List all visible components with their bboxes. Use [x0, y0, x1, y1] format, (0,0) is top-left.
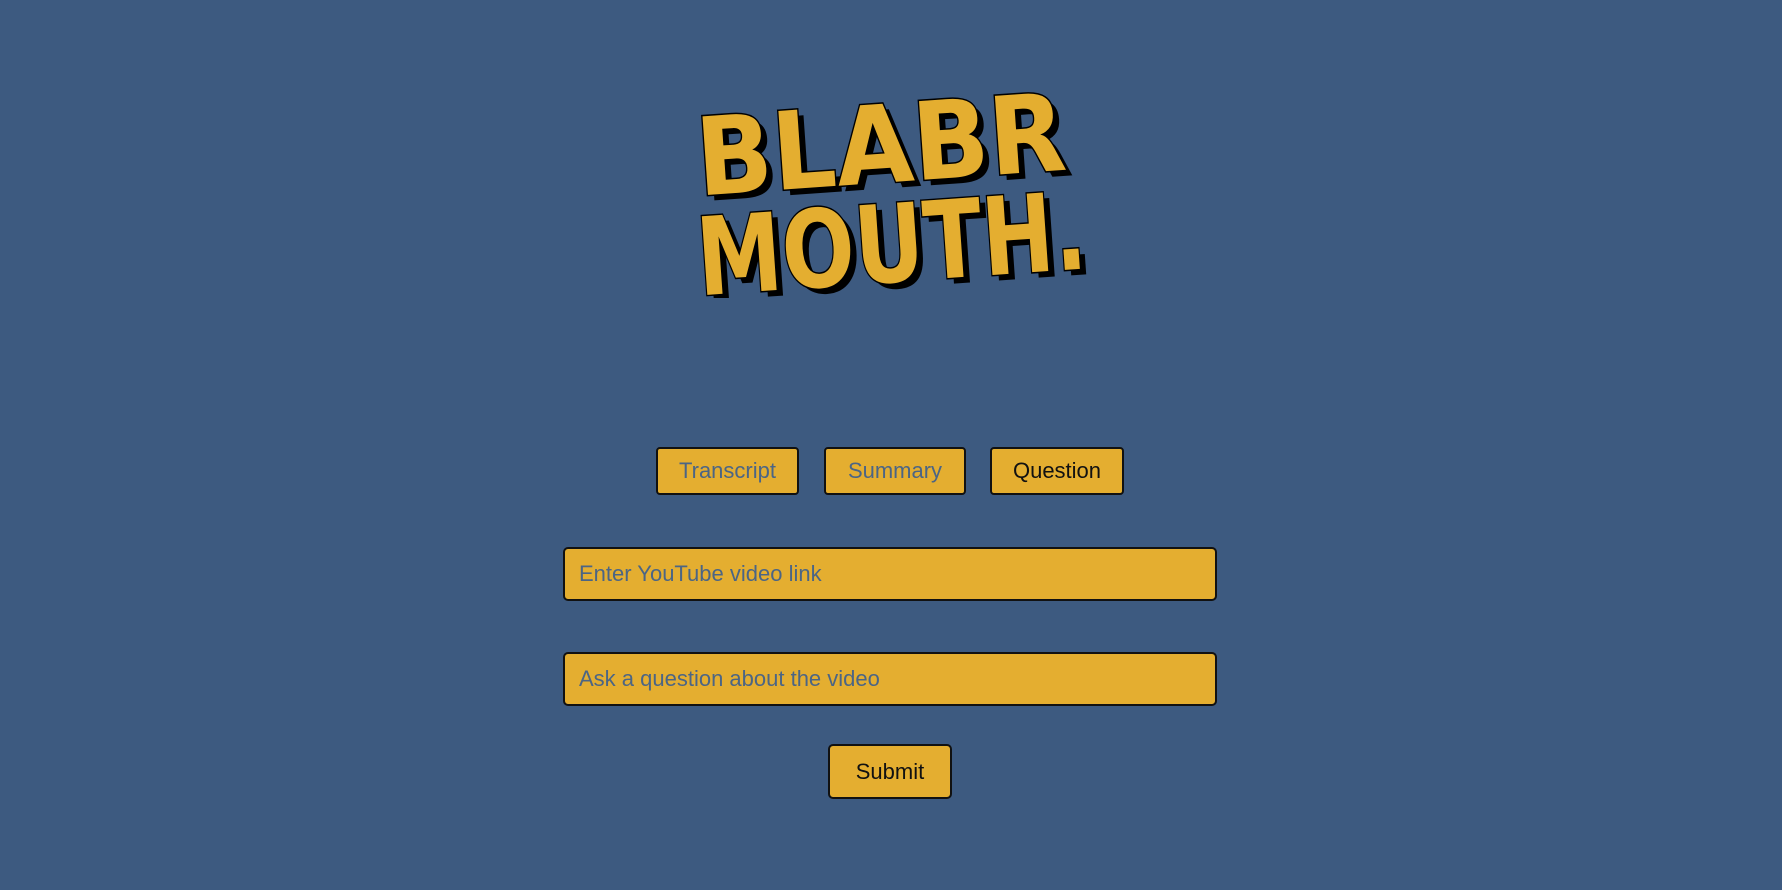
tab-question[interactable]: Question — [990, 447, 1124, 495]
youtube-link-input[interactable] — [563, 547, 1217, 601]
submit-button[interactable]: Submit — [828, 744, 952, 799]
logo-graphic: BLABR BLABR MOUTH. MOUTH. — [690, 69, 1096, 298]
tab-summary[interactable]: Summary — [824, 447, 966, 495]
mode-tabs: Transcript Summary Question — [0, 447, 1782, 497]
tab-transcript[interactable]: Transcript — [656, 447, 799, 495]
question-input[interactable] — [563, 652, 1217, 706]
app-logo: BLABR BLABR MOUTH. MOUTH. — [690, 48, 1110, 298]
